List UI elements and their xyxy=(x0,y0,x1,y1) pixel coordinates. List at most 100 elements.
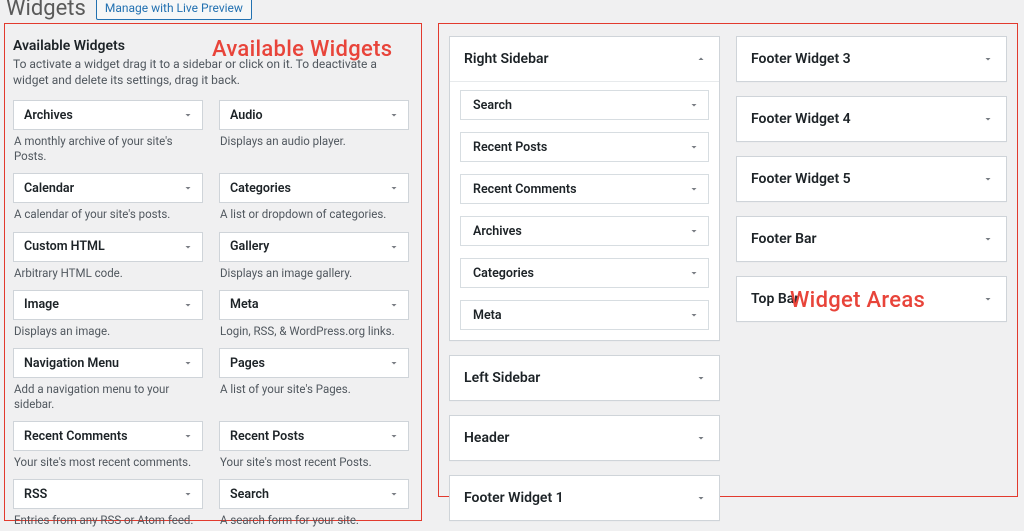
available-widget-label: Calendar xyxy=(24,181,74,196)
widget-area-title: Footer Widget 4 xyxy=(751,111,851,127)
chevron-down-icon xyxy=(684,263,704,283)
available-widget-desc: A search form for your site. xyxy=(219,509,409,531)
widget-area-panel: Left Sidebar xyxy=(449,355,720,401)
available-widget-item[interactable]: Meta xyxy=(219,290,409,320)
available-widget-item[interactable]: Search xyxy=(219,479,409,509)
widget-area-panel: Footer Widget 5 xyxy=(736,156,1007,202)
widget-area-item[interactable]: Archives xyxy=(460,216,709,246)
available-widget-desc: A list or dropdown of categories. xyxy=(219,203,409,231)
available-widget-label: Recent Comments xyxy=(24,429,128,444)
widget-area-title: Footer Widget 1 xyxy=(464,490,564,506)
widget-area-header[interactable]: Footer Widget 5 xyxy=(737,157,1006,201)
chevron-down-icon xyxy=(178,178,198,198)
widget-area-header[interactable]: Header xyxy=(450,416,719,460)
available-widget-item[interactable]: Gallery xyxy=(219,232,409,262)
widget-area-panel: Right Sidebar Search Recent Posts Recent… xyxy=(449,36,720,341)
widget-areas-region: Right Sidebar Search Recent Posts Recent… xyxy=(438,23,1018,497)
widget-area-item[interactable]: Recent Comments xyxy=(460,174,709,204)
widget-area-item[interactable]: Meta xyxy=(460,300,709,330)
widget-area-title: Footer Bar xyxy=(751,231,817,247)
widget-area-body: Search Recent Posts Recent Comments Arch… xyxy=(450,81,719,330)
widget-area-header[interactable]: Footer Bar xyxy=(737,217,1006,261)
widget-area-title: Footer Widget 5 xyxy=(751,171,851,187)
widget-area-title: Footer Widget 3 xyxy=(751,51,851,67)
available-widget-item[interactable]: RSS xyxy=(13,479,203,509)
available-widget-item[interactable]: Recent Posts xyxy=(219,421,409,451)
widget-area-item-label: Search xyxy=(473,98,512,113)
available-widget-label: Categories xyxy=(230,181,291,196)
available-widgets-description: To activate a widget drag it to a sideba… xyxy=(13,56,413,88)
widget-area-header[interactable]: Right Sidebar xyxy=(450,37,719,81)
widget-area-header[interactable]: Footer Widget 3 xyxy=(737,37,1006,81)
available-widget-desc: Your site's most recent Posts. xyxy=(219,451,409,479)
chevron-down-icon xyxy=(178,353,198,373)
available-widget-desc: A monthly archive of your site's Posts. xyxy=(13,130,203,173)
chevron-down-icon xyxy=(978,229,998,249)
widget-area-item[interactable]: Search xyxy=(460,90,709,120)
widget-area-panel: Footer Widget 4 xyxy=(736,96,1007,142)
available-widgets-heading: Available Widgets xyxy=(13,38,413,54)
available-widget-item[interactable]: Audio xyxy=(219,100,409,130)
available-widget-label: Navigation Menu xyxy=(24,356,119,371)
widget-area-header[interactable]: Footer Widget 4 xyxy=(737,97,1006,141)
chevron-down-icon xyxy=(684,221,704,241)
widget-area-item[interactable]: Categories xyxy=(460,258,709,288)
chevron-down-icon xyxy=(691,428,711,448)
chevron-down-icon xyxy=(384,105,404,125)
available-widget-label: Archives xyxy=(24,108,73,123)
widget-area-panel: Footer Bar xyxy=(736,216,1007,262)
available-widget-item[interactable]: Navigation Menu xyxy=(13,348,203,378)
available-widget-label: Gallery xyxy=(230,239,269,254)
available-widget-desc: Displays an image. xyxy=(13,320,203,348)
available-widget-desc: Entries from any RSS or Atom feed. xyxy=(13,509,203,531)
chevron-down-icon xyxy=(384,484,404,504)
available-widget-item[interactable]: Pages xyxy=(219,348,409,378)
chevron-down-icon xyxy=(978,49,998,69)
chevron-down-icon xyxy=(384,353,404,373)
chevron-down-icon xyxy=(691,488,711,508)
chevron-down-icon xyxy=(684,179,704,199)
chevron-down-icon xyxy=(684,95,704,115)
available-widget-label: Custom HTML xyxy=(24,239,105,254)
widget-area-title: Top Bar xyxy=(751,291,799,307)
widget-area-header[interactable]: Footer Widget 1 xyxy=(450,476,719,520)
chevron-down-icon xyxy=(178,105,198,125)
chevron-down-icon xyxy=(178,237,198,257)
chevron-down-icon xyxy=(684,305,704,325)
widget-area-title: Left Sidebar xyxy=(464,370,540,386)
chevron-down-icon xyxy=(384,426,404,446)
available-widget-item[interactable]: Archives xyxy=(13,100,203,130)
chevron-down-icon xyxy=(978,169,998,189)
available-widgets-region: Available Widgets To activate a widget d… xyxy=(4,23,422,521)
available-widget-item[interactable]: Image xyxy=(13,290,203,320)
available-widget-item[interactable]: Recent Comments xyxy=(13,421,203,451)
chevron-down-icon xyxy=(178,426,198,446)
available-widget-desc: Your site's most recent comments. xyxy=(13,451,203,479)
available-widget-label: Meta xyxy=(230,297,259,312)
available-widget-label: Search xyxy=(230,487,269,502)
widget-area-item-label: Archives xyxy=(473,224,522,239)
available-widget-desc: A calendar of your site's posts. xyxy=(13,203,203,231)
chevron-down-icon xyxy=(684,137,704,157)
chevron-down-icon xyxy=(384,295,404,315)
manage-live-preview-button[interactable]: Manage with Live Preview xyxy=(96,0,252,20)
available-widget-label: RSS xyxy=(24,487,47,502)
chevron-down-icon xyxy=(178,484,198,504)
widget-area-item-label: Recent Posts xyxy=(473,140,547,155)
available-widget-item[interactable]: Custom HTML xyxy=(13,232,203,262)
chevron-up-icon xyxy=(691,49,711,69)
widget-area-header[interactable]: Top Bar xyxy=(737,277,1006,321)
widget-area-header[interactable]: Left Sidebar xyxy=(450,356,719,400)
widget-area-item[interactable]: Recent Posts xyxy=(460,132,709,162)
available-widget-desc: A list of your site's Pages. xyxy=(219,378,409,406)
available-widget-label: Image xyxy=(24,297,59,312)
widget-area-panel: Top Bar xyxy=(736,276,1007,322)
widget-area-title: Right Sidebar xyxy=(464,51,549,67)
widget-area-item-label: Meta xyxy=(473,308,502,323)
available-widget-item[interactable]: Categories xyxy=(219,173,409,203)
chevron-down-icon xyxy=(978,109,998,129)
available-widget-label: Audio xyxy=(230,108,263,123)
available-widget-label: Recent Posts xyxy=(230,429,304,444)
available-widget-item[interactable]: Calendar xyxy=(13,173,203,203)
available-widget-desc: Arbitrary HTML code. xyxy=(13,262,203,290)
